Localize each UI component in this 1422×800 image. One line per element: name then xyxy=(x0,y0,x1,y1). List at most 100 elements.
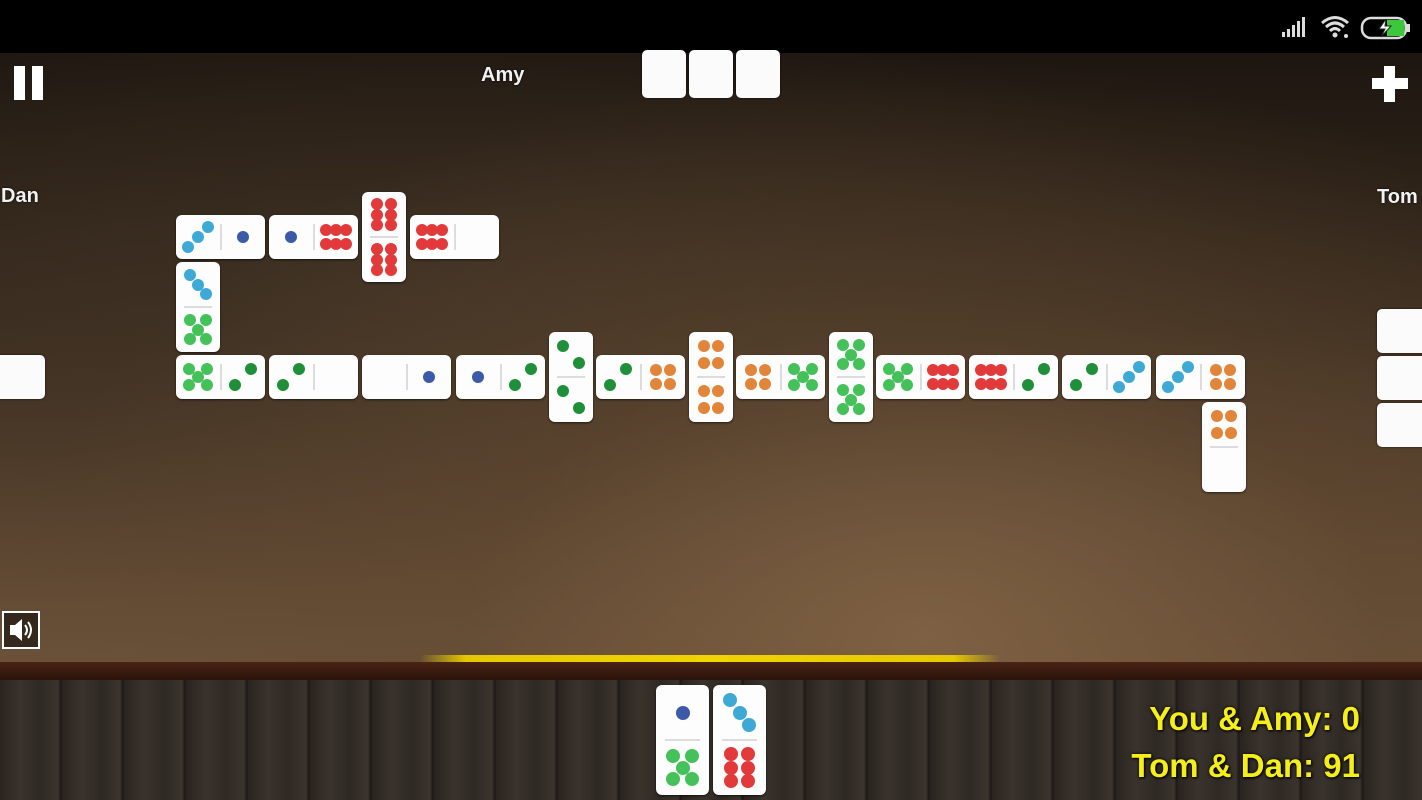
pip xyxy=(712,340,725,353)
board-domino xyxy=(829,332,873,422)
score-team2: Tom & Dan: 91 xyxy=(1131,747,1360,784)
pause-icon xyxy=(14,66,43,100)
tile-divider xyxy=(220,364,222,390)
pip xyxy=(675,705,690,720)
tile-divider xyxy=(313,364,315,390)
board-domino xyxy=(1202,402,1246,492)
pip xyxy=(759,378,772,391)
player-name-left: Dan xyxy=(1,185,39,207)
hidden-domino xyxy=(1377,356,1422,400)
pip xyxy=(1224,363,1237,376)
hidden-domino xyxy=(1377,309,1422,353)
table-rail xyxy=(0,662,1422,680)
pip xyxy=(664,363,677,376)
tile-divider xyxy=(454,224,456,250)
pip xyxy=(370,219,383,232)
tile-half-b xyxy=(221,215,265,259)
pip xyxy=(200,288,212,301)
hidden-domino xyxy=(642,50,686,98)
pip xyxy=(1210,426,1223,439)
pip xyxy=(900,379,913,391)
pip xyxy=(285,231,297,243)
pip xyxy=(723,760,738,775)
tile-divider xyxy=(184,306,212,308)
pip xyxy=(620,363,632,375)
tile-half-b xyxy=(656,740,709,795)
pip xyxy=(853,357,865,370)
tile-half-a xyxy=(410,215,454,259)
hand-domino[interactable] xyxy=(713,685,766,795)
pip xyxy=(759,363,772,376)
pip xyxy=(435,223,448,236)
pip xyxy=(1113,380,1126,393)
pip xyxy=(697,340,710,353)
pip xyxy=(435,238,448,251)
board-domino xyxy=(176,262,220,352)
pip xyxy=(697,385,710,398)
tile-half-a xyxy=(656,685,709,740)
pip xyxy=(712,356,725,369)
hidden-domino xyxy=(0,355,45,399)
hidden-domino xyxy=(736,50,780,98)
pip xyxy=(1224,378,1237,391)
tile-divider xyxy=(370,236,398,238)
tile-half-b xyxy=(362,237,406,282)
pip xyxy=(664,378,677,391)
add-button[interactable] xyxy=(1370,64,1410,104)
pip xyxy=(557,385,569,398)
pip xyxy=(1162,380,1175,393)
pip xyxy=(1209,363,1222,376)
pip xyxy=(1086,363,1098,375)
board-domino xyxy=(456,355,545,399)
pip xyxy=(192,231,204,243)
pip xyxy=(183,379,196,391)
pip xyxy=(741,747,756,762)
pip xyxy=(712,385,725,398)
tile-divider xyxy=(640,364,642,390)
pip xyxy=(994,363,1007,376)
pip xyxy=(649,378,662,391)
pip xyxy=(370,197,383,210)
tile-half-b xyxy=(176,307,220,352)
tile-half-a xyxy=(456,355,500,399)
pause-button[interactable] xyxy=(12,64,48,102)
pip xyxy=(573,356,585,369)
tile-half-b xyxy=(314,355,358,399)
pip xyxy=(182,240,195,253)
pip xyxy=(1070,379,1082,391)
battery-charging-icon xyxy=(1360,16,1410,40)
hand-domino[interactable] xyxy=(656,685,709,795)
tile-half-b xyxy=(501,355,545,399)
pip xyxy=(1022,379,1034,391)
board-domino xyxy=(176,215,265,259)
pip xyxy=(245,363,257,375)
pip xyxy=(732,705,747,720)
pip xyxy=(472,371,484,383)
board-domino xyxy=(269,355,358,399)
pip xyxy=(946,378,959,391)
pip xyxy=(723,747,738,762)
tile-half-a xyxy=(362,355,406,399)
board-domino xyxy=(269,215,358,259)
pip xyxy=(697,401,710,414)
pip xyxy=(237,231,249,243)
tile-half-b xyxy=(921,355,965,399)
plus-icon xyxy=(1372,66,1408,102)
signal-icon xyxy=(1282,17,1305,37)
board-domino xyxy=(410,215,499,259)
pip xyxy=(339,223,352,236)
tile-half-a xyxy=(176,215,220,259)
tile-divider xyxy=(722,739,757,741)
board-domino xyxy=(596,355,685,399)
pip xyxy=(604,379,616,391)
tile-half-b xyxy=(455,215,499,259)
tile-half-b xyxy=(407,355,451,399)
tile-divider xyxy=(1106,364,1108,390)
tile-divider xyxy=(557,376,585,378)
pip xyxy=(697,356,710,369)
pip xyxy=(722,693,737,708)
pip xyxy=(853,402,865,415)
sound-button[interactable] xyxy=(2,611,40,649)
tile-divider xyxy=(697,376,725,378)
tile-half-b xyxy=(1014,355,1058,399)
